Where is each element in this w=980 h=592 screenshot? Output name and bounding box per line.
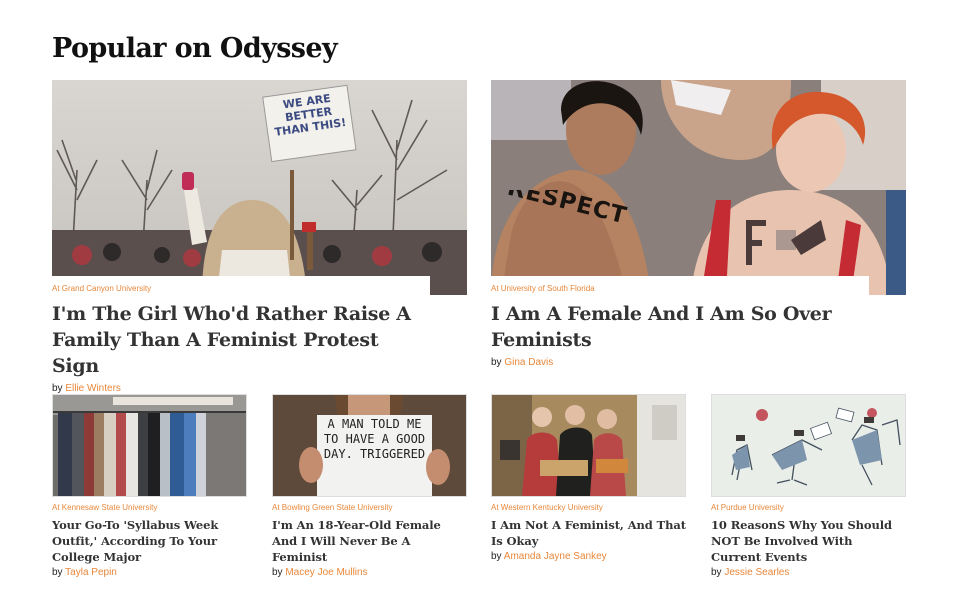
body-paint-text: RESPECT [506,190,630,230]
school-label[interactable]: At Grand Canyon University [52,284,430,293]
article-card-1-text: At Kennesaw State University Your Go-To … [52,499,247,578]
kitchen-women-image[interactable] [491,394,686,497]
byline: by Macey Joe Mullins [272,567,368,578]
author-link[interactable]: Ellie Winters [65,383,121,394]
school-label[interactable]: At Kennesaw State University [52,503,247,512]
article-title[interactable]: I'm An 18-Year-Old Female And I Will Nev… [272,517,467,565]
byline: by Gina Davis [491,357,554,368]
byline: by Amanda Jayne Sankey [491,551,607,562]
handwritten-sign-image[interactable]: A MAN TOLD ME TO HAVE A GOOD DAY. TRIGGE… [272,394,467,497]
author-link[interactable]: Jessie Searles [724,567,789,578]
school-label[interactable]: At Bowling Green State University [272,503,467,512]
featured-article-2-text: At University of South Florida I Am A Fe… [491,276,869,368]
byline: by Tayla Pepin [52,567,117,578]
article-card-3-text: At Western Kentucky University I Am Not … [491,499,686,562]
article-card-1[interactable]: At Kennesaw State University Your Go-To … [52,394,247,578]
clothing-rack-image[interactable] [52,394,247,497]
school-label[interactable]: At University of South Florida [491,284,869,293]
author-link[interactable]: Macey Joe Mullins [285,567,367,578]
article-title[interactable]: I'm The Girl Who'd Rather Raise A Family… [52,301,430,379]
article-card-3[interactable]: At Western Kentucky University I Am Not … [491,394,686,574]
article-card-4-text: At Purdue University 10 ReasonS Why You … [711,499,906,578]
byline: by Jessie Searles [711,567,790,578]
feminist-protestors-image[interactable]: RESPECT [491,80,906,295]
byline: by Ellie Winters [52,383,121,394]
author-link[interactable]: Amanda Jayne Sankey [504,551,607,562]
article-card-4[interactable]: At Purdue University 10 ReasonS Why You … [711,394,906,578]
author-link[interactable]: Tayla Pepin [65,567,117,578]
featured-article-2[interactable]: RESPECT At University of South Florida I… [491,80,907,370]
article-title[interactable]: I Am A Female And I Am So Over Feminists [491,301,869,353]
article-title[interactable]: I Am Not A Feminist, And That Is Okay [491,517,686,549]
article-title[interactable]: Your Go-To 'Syllabus Week Outfit,' Accor… [52,517,247,565]
article-title[interactable]: 10 ReasonS Why You Should NOT Be Involve… [711,517,906,565]
handwritten-sign-text: A MAN TOLD ME TO HAVE A GOOD DAY. TRIGGE… [323,417,426,461]
featured-article-1-text: At Grand Canyon University I'm The Girl … [52,276,430,394]
author-link[interactable]: Gina Davis [504,357,553,368]
protest-sign-image[interactable]: WE ARE BETTER THAN THIS! [52,80,467,295]
political-cartoon-image[interactable] [711,394,906,497]
article-card-2-text: At Bowling Green State University I'm An… [272,499,467,578]
section-title: Popular on Odyssey [52,33,338,64]
school-label[interactable]: At Western Kentucky University [491,503,686,512]
article-card-2[interactable]: A MAN TOLD ME TO HAVE A GOOD DAY. TRIGGE… [272,394,467,578]
featured-article-1[interactable]: WE ARE BETTER THAN THIS! At Grand Canyon… [52,80,467,394]
school-label[interactable]: At Purdue University [711,503,906,512]
